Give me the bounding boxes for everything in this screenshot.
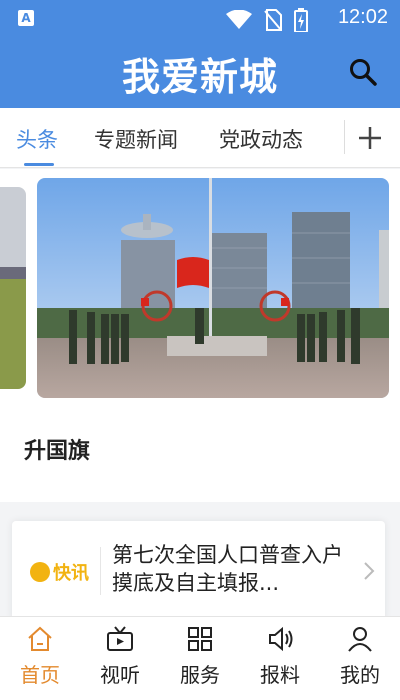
banner-image[interactable]: [37, 178, 389, 398]
status-icons: [226, 8, 308, 32]
flash-news-headline[interactable]: 第七次全国人口普查入户摸底及自主填报...: [112, 541, 352, 597]
search-button[interactable]: [348, 57, 378, 87]
banner-caption[interactable]: 升国旗: [24, 433, 90, 465]
home-icon: [28, 626, 52, 651]
flash-news-badge-label: 快讯: [53, 563, 89, 584]
nav-mine-label: 我的: [340, 663, 380, 687]
banner-previous-slide[interactable]: [0, 187, 26, 389]
flash-news-card[interactable]: 快讯 第七次全国人口普查入户摸底及自主填报...: [12, 521, 385, 621]
grid-icon: [188, 627, 212, 651]
plus-icon: [359, 127, 381, 149]
add-channel-button[interactable]: [352, 120, 388, 156]
flash-news-divider: [100, 547, 101, 595]
status-bar: A 12:02: [0, 0, 400, 36]
nav-av[interactable]: 视听: [80, 625, 160, 688]
user-icon: [348, 627, 372, 652]
app-notification-icon: A: [18, 10, 34, 26]
speaker-icon: [269, 626, 293, 652]
tab-special-news[interactable]: 专题新闻: [94, 124, 178, 154]
flash-news-icon: [30, 562, 50, 582]
tv-icon: [107, 626, 133, 651]
tab-party-gov-news[interactable]: 党政动态: [219, 124, 303, 154]
active-tab-indicator: [24, 163, 54, 166]
channel-tabs: 头条 专题新闻 党政动态: [0, 108, 400, 168]
wifi-icon: [226, 10, 252, 29]
flash-news-badge: 快讯: [30, 559, 89, 585]
app-title: 我爱新城: [121, 55, 278, 99]
nav-mine[interactable]: 我的: [320, 625, 400, 688]
status-time: 12:02: [337, 6, 388, 28]
nav-home[interactable]: 首页: [0, 625, 80, 688]
nav-home-label: 首页: [20, 663, 60, 687]
nav-report[interactable]: 报料: [240, 625, 320, 688]
tab-headlines[interactable]: 头条: [16, 124, 58, 154]
no-sim-icon: [264, 9, 282, 31]
banner-carousel[interactable]: 升国旗: [0, 169, 400, 502]
search-icon: [350, 59, 377, 86]
nav-av-label: 视听: [100, 663, 140, 687]
nav-services[interactable]: 服务: [160, 625, 240, 688]
app-header: A 12:02 我爱新城: [0, 0, 400, 108]
chevron-right-icon: [364, 562, 375, 580]
nav-report-label: 报料: [260, 663, 300, 687]
bottom-navigation: 首页 视听 服务 报料 我的: [0, 616, 400, 700]
battery-charging-icon: [294, 8, 308, 32]
tab-divider: [344, 120, 345, 154]
nav-services-label: 服务: [180, 663, 220, 687]
